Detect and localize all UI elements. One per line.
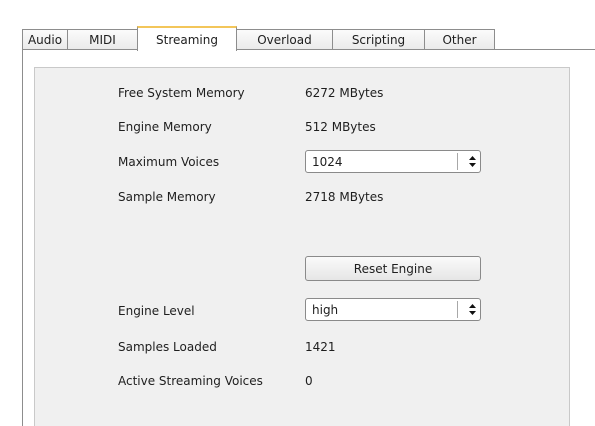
engine-level-label: Engine Level xyxy=(118,304,195,318)
select-divider xyxy=(457,301,458,318)
engine-memory-value: 512 MBytes xyxy=(305,120,376,134)
free-system-memory-value: 6272 MBytes xyxy=(305,86,384,100)
tab-midi-label: MIDI xyxy=(89,33,116,47)
engine-level-selected: high xyxy=(312,302,339,317)
updown-arrows-icon xyxy=(464,301,480,318)
updown-arrows-icon xyxy=(464,153,480,170)
streaming-settings-group xyxy=(34,67,570,426)
tab-streaming[interactable]: Streaming xyxy=(137,26,237,51)
maximum-voices-select[interactable]: 1024 xyxy=(305,150,481,173)
engine-memory-label: Engine Memory xyxy=(118,120,212,134)
streaming-tab-page xyxy=(22,49,595,426)
tab-midi[interactable]: MIDI xyxy=(67,29,138,50)
reset-engine-label: Reset Engine xyxy=(353,261,433,276)
tab-overload-label: Overload xyxy=(257,33,312,47)
select-divider xyxy=(457,153,458,170)
reset-engine-button[interactable]: Reset Engine xyxy=(305,256,481,281)
samples-loaded-value: 1421 xyxy=(305,340,336,354)
tab-audio[interactable]: Audio xyxy=(22,29,68,50)
active-streaming-voices-value: 0 xyxy=(305,374,313,388)
tab-scripting[interactable]: Scripting xyxy=(332,29,425,50)
engine-level-select[interactable]: high xyxy=(305,298,481,321)
tab-scripting-label: Scripting xyxy=(351,33,406,47)
tab-other-label: Other xyxy=(442,33,477,47)
maximum-voices-selected: 1024 xyxy=(312,154,343,169)
tab-strip: Audio MIDI Streaming Overload Scripting … xyxy=(22,26,495,51)
sample-memory-label: Sample Memory xyxy=(118,190,216,204)
tab-audio-label: Audio xyxy=(27,33,63,47)
preferences-dialog: Audio MIDI Streaming Overload Scripting … xyxy=(0,0,595,426)
active-streaming-voices-label: Active Streaming Voices xyxy=(118,374,263,388)
tab-other[interactable]: Other xyxy=(424,29,495,50)
tab-overload[interactable]: Overload xyxy=(236,29,333,50)
maximum-voices-label: Maximum Voices xyxy=(118,155,220,169)
samples-loaded-label: Samples Loaded xyxy=(118,340,217,354)
tab-streaming-label: Streaming xyxy=(156,32,218,47)
free-system-memory-label: Free System Memory xyxy=(118,86,245,100)
sample-memory-value: 2718 MBytes xyxy=(305,190,384,204)
